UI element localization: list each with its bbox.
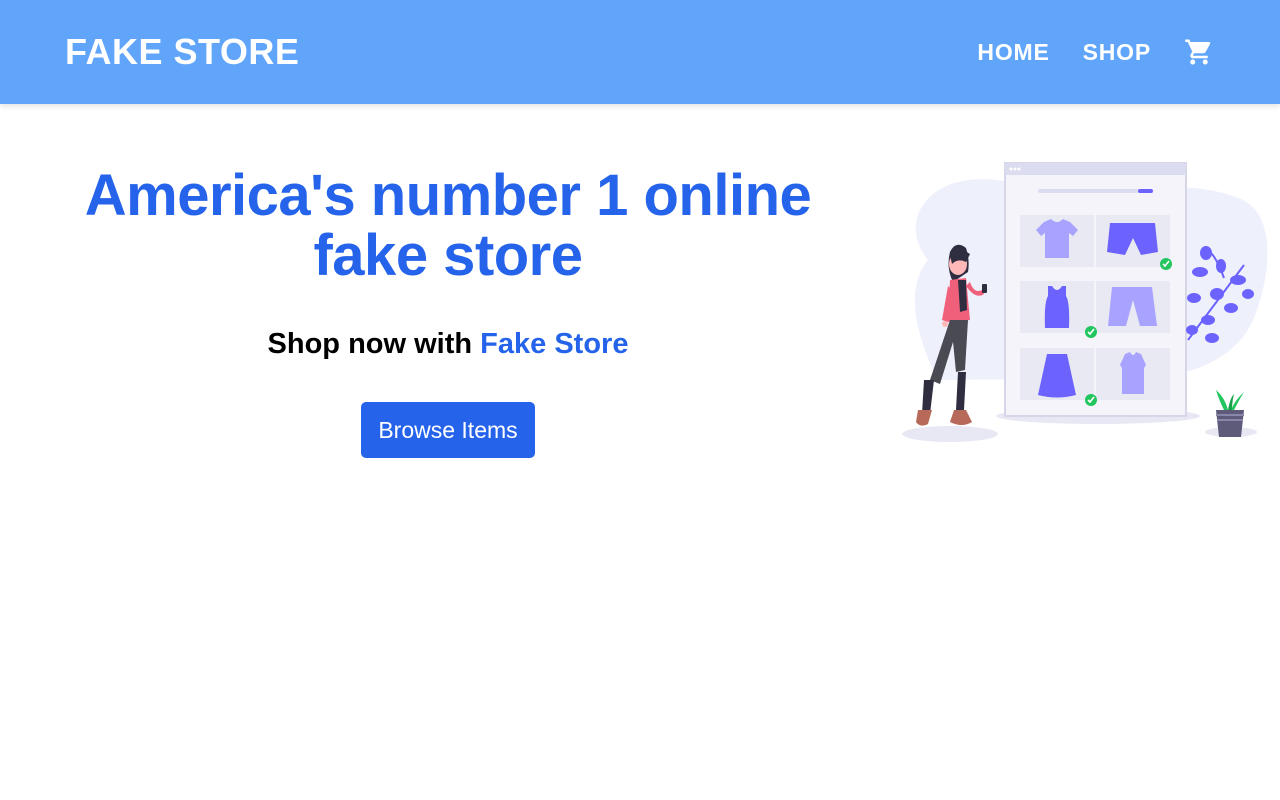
check-icon [1085,326,1097,338]
navbar: FAKE STORE HOME SHOP [0,0,1280,104]
headline-line-1: America's number 1 online [84,163,812,228]
tank-top-icon [1044,286,1070,328]
headline-line-2: fake store [313,223,583,288]
potted-plant-icon [1216,390,1244,437]
shopping-cart-icon[interactable] [1184,37,1214,67]
subline-prefix: Shop now with [267,328,473,360]
board-header [1005,163,1186,175]
blouse-icon [1120,352,1146,394]
hero-subline: Shop now with Fake Store [48,326,848,362]
nav-link-home[interactable]: HOME [977,38,1049,66]
check-icon [1085,394,1097,406]
floor-shadow-person [902,426,998,442]
check-icon [1160,258,1172,270]
hero-section: America's number 1 online fake store Sho… [0,104,1280,800]
hero-headline: America's number 1 online fake store [48,166,848,286]
brand-logo[interactable]: FAKE STORE [65,30,299,74]
board-search-button [1138,189,1153,193]
browse-items-button[interactable]: Browse Items [361,402,535,458]
nav-links: HOME SHOP [977,0,1214,104]
subline-accent: Fake Store [480,328,629,360]
online-shopping-illustration [902,162,1268,442]
nav-link-shop[interactable]: SHOP [1083,38,1151,66]
board-search-bar [1038,189,1153,193]
